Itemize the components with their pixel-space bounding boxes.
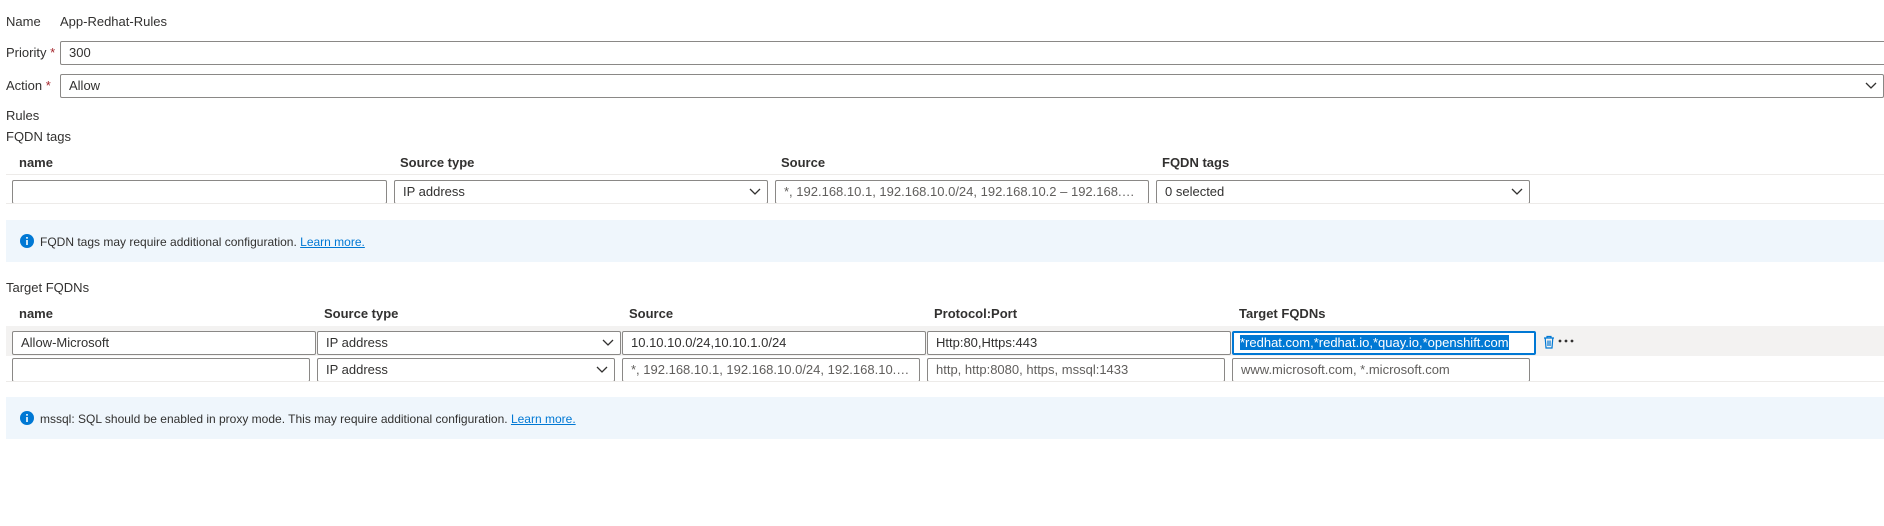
target-source-type-dropdown-2[interactable]: IP address: [317, 358, 615, 382]
chevron-down-icon: [749, 188, 761, 195]
info-icon: [20, 411, 34, 425]
fqdn-learn-more-link[interactable]: Learn more.: [300, 235, 365, 249]
chevron-down-icon: [1865, 82, 1877, 89]
fqdn-col-fqdn-tags: FQDN tags: [1162, 155, 1230, 170]
fqdn-tags-dropdown[interactable]: 0 selected: [1156, 180, 1530, 204]
name-value: App-Redhat-Rules: [60, 14, 167, 29]
more-ellipsis-icon[interactable]: [1558, 339, 1574, 343]
chevron-down-icon: [602, 339, 614, 346]
mssql-info-bar: mssql: SQL should be enabled in proxy mo…: [6, 397, 1884, 439]
target-fqdns-selected-text: *redhat.com,*redhat.io,*quay.io,*openshi…: [1240, 335, 1509, 350]
target-col-target-fqdns: Target FQDNs: [1239, 306, 1326, 321]
target-source-type-value-2: IP address: [326, 362, 388, 377]
target-name-input-empty[interactable]: [12, 358, 310, 382]
target-source-type-dropdown[interactable]: IP address: [317, 331, 621, 355]
target-source-input-2[interactable]: *, 192.168.10.1, 192.168.10.0/24, 192.16…: [622, 358, 920, 382]
fqdn-source-type-value: IP address: [403, 184, 465, 199]
priority-input[interactable]: 300: [60, 41, 1884, 65]
fqdn-name-input[interactable]: [12, 180, 387, 204]
fqdn-row-divider: [6, 203, 1884, 204]
info-icon: [20, 234, 34, 248]
fqdn-source-type-dropdown[interactable]: IP address: [394, 180, 768, 204]
fqdn-tags-value: 0 selected: [1165, 184, 1225, 199]
target-protocol-port-input[interactable]: Http:80,Https:443: [927, 331, 1231, 355]
fqdn-col-source: Source: [781, 155, 826, 170]
rules-label: Rules: [6, 108, 40, 123]
target-fqdns-section-title: Target FQDNs: [6, 280, 90, 295]
target-col-source: Source: [629, 306, 674, 321]
target-fqdns-input-2[interactable]: www.microsoft.com, *.microsoft.com: [1232, 358, 1530, 382]
action-label: Action *: [6, 78, 51, 93]
action-dropdown[interactable]: Allow: [60, 74, 1884, 98]
fqdn-header-divider: [6, 174, 1884, 175]
fqdn-info-bar: FQDN tags may require additional configu…: [6, 220, 1884, 262]
table-row[interactable]: Allow-Microsoft IP address 10.10.10.0/24…: [6, 326, 1884, 356]
trash-icon[interactable]: [1543, 335, 1555, 349]
target-col-source-type: Source type: [324, 306, 399, 321]
fqdn-col-name: name: [19, 155, 53, 170]
fqdn-info-message: FQDN tags may require additional configu…: [40, 235, 365, 249]
fqdn-col-source-type: Source type: [400, 155, 475, 170]
mssql-learn-more-link[interactable]: Learn more.: [511, 412, 576, 426]
mssql-info-message: mssql: SQL should be enabled in proxy mo…: [40, 412, 576, 426]
target-source-type-value: IP address: [326, 335, 388, 350]
target-col-protocol-port: Protocol:Port: [934, 306, 1018, 321]
priority-label: Priority *: [6, 45, 56, 60]
chevron-down-icon: [1511, 188, 1523, 195]
name-label: Name: [6, 14, 41, 29]
chevron-down-icon: [596, 366, 608, 373]
target-name-input[interactable]: Allow-Microsoft: [12, 331, 316, 355]
action-value: Allow: [69, 78, 101, 93]
target-row-divider: [6, 381, 1884, 382]
fqdn-source-input[interactable]: *, 192.168.10.1, 192.168.10.0/24, 192.16…: [775, 180, 1149, 204]
target-col-name: name: [19, 306, 53, 321]
target-source-input[interactable]: 10.10.10.0/24,10.10.1.0/24: [622, 331, 926, 355]
target-protocol-port-input-2[interactable]: http, http:8080, https, mssql:1433: [927, 358, 1225, 382]
target-fqdns-input[interactable]: *redhat.com,*redhat.io,*quay.io,*openshi…: [1232, 331, 1536, 355]
fqdn-tags-section-title: FQDN tags: [6, 129, 72, 144]
